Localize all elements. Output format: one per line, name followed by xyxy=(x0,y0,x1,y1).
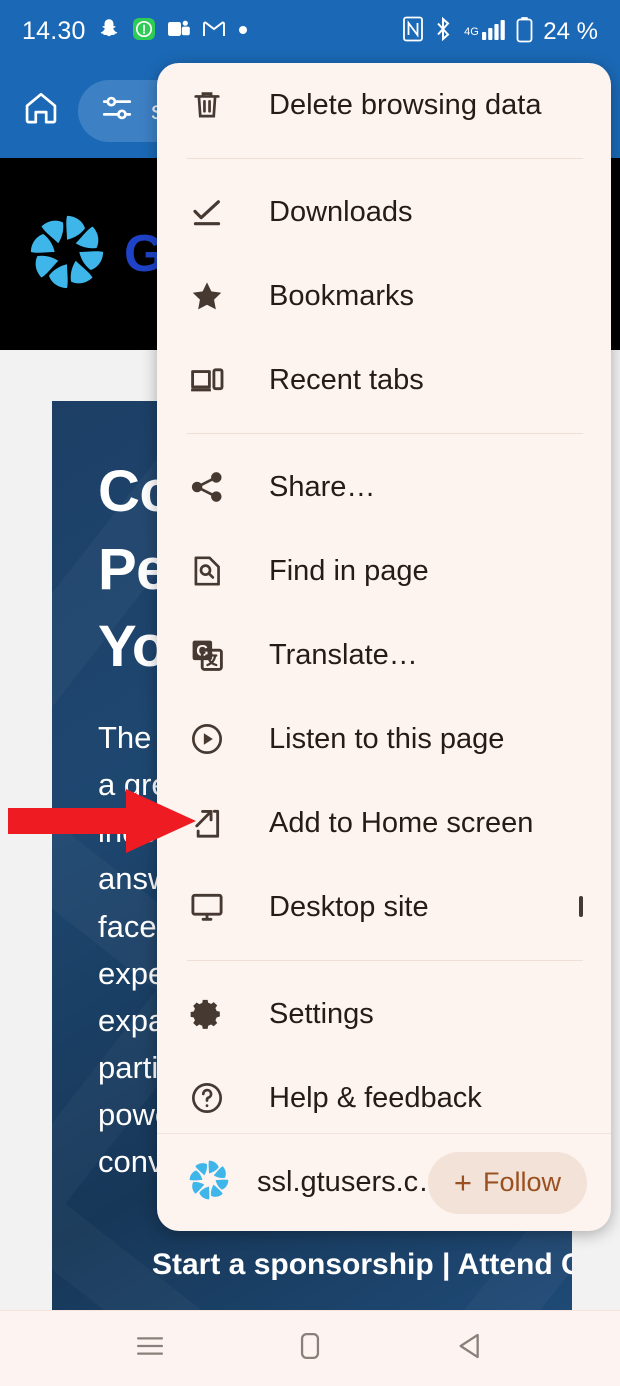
gmail-icon xyxy=(202,17,226,46)
menu-item-delete-browsing-data[interactable]: Delete browsing data xyxy=(157,63,611,147)
menu-item-label: Share… xyxy=(269,470,376,503)
menu-item-translate[interactable]: G Translate… xyxy=(157,613,611,697)
menu-item-label: Desktop site xyxy=(269,890,429,923)
recent-apps-button[interactable] xyxy=(113,1312,187,1386)
snapchat-icon xyxy=(97,17,121,46)
android-navigation-bar xyxy=(0,1310,620,1386)
nfc-icon xyxy=(402,16,424,47)
trash-icon xyxy=(187,85,227,125)
home-button[interactable] xyxy=(273,1312,347,1386)
find-in-page-icon xyxy=(187,551,227,591)
menu-item-downloads[interactable]: Downloads xyxy=(157,170,611,254)
status-time: 14.30 xyxy=(22,17,86,45)
question-circle-icon xyxy=(187,1078,227,1118)
plus-icon: + xyxy=(453,1165,472,1200)
menu-item-desktop-site[interactable]: Desktop site xyxy=(157,865,611,949)
follow-button-label: Follow xyxy=(482,1167,561,1197)
status-bar-right: 4G 24 % xyxy=(402,16,598,48)
menu-item-label: Find in page xyxy=(269,554,429,587)
menu-item-bookmarks[interactable]: Bookmarks xyxy=(157,254,611,338)
google-translate-icon: G xyxy=(187,635,227,675)
menu-item-label: Add to Home screen xyxy=(269,806,534,839)
menu-item-find-in-page[interactable]: Find in page xyxy=(157,529,611,613)
menu-item-add-to-home-screen[interactable]: Add to Home screen xyxy=(157,781,611,865)
download-check-icon xyxy=(187,192,227,232)
play-circle-icon xyxy=(187,719,227,759)
status-bar-left: 14.30 xyxy=(22,17,249,46)
menu-item-label: Help & feedback xyxy=(269,1081,482,1114)
green-shield-icon xyxy=(132,17,156,46)
menu-item-label: Downloads xyxy=(269,195,413,228)
menu-item-label: Listen to this page xyxy=(269,722,505,755)
menu-item-settings[interactable]: Settings xyxy=(157,972,611,1056)
menu-item-recent-tabs[interactable]: Recent tabs xyxy=(157,338,611,422)
bluetooth-icon xyxy=(433,16,453,47)
back-button[interactable] xyxy=(433,1312,507,1386)
home-button[interactable] xyxy=(18,88,64,134)
menu-items-list: Delete browsing data Downloads Bookmarks… xyxy=(157,63,611,1133)
menu-item-label: Recent tabs xyxy=(269,363,424,396)
menu-item-label: Bookmarks xyxy=(269,279,415,312)
tune-icon[interactable] xyxy=(100,91,134,130)
follow-button[interactable]: + Follow xyxy=(427,1151,587,1214)
home-square-icon xyxy=(293,1329,327,1368)
battery-percent-label: 24 % xyxy=(543,17,598,45)
notification-dot-icon xyxy=(237,23,249,41)
menu-item-label: Delete browsing data xyxy=(269,88,542,121)
menu-item-share[interactable]: Share… xyxy=(157,445,611,529)
back-triangle-icon xyxy=(453,1329,487,1368)
desktop-site-checkbox[interactable] xyxy=(579,896,583,917)
menu-item-label: Settings xyxy=(269,997,374,1030)
footer-site-name: ssl.gtusers.c… xyxy=(257,1166,428,1198)
recent-tabs-icon xyxy=(187,360,227,400)
gtu-pinwheel-logo xyxy=(26,211,108,298)
browser-options-menu: Delete browsing data Downloads Bookmarks… xyxy=(157,63,611,1231)
desktop-monitor-icon xyxy=(187,887,227,927)
home-icon xyxy=(22,89,60,132)
share-icon xyxy=(187,467,227,507)
menu-item-label: Translate… xyxy=(269,638,418,671)
gear-icon xyxy=(187,994,227,1034)
battery-icon xyxy=(516,16,533,48)
checkbox-unchecked xyxy=(579,896,583,917)
red-arrow-annotation xyxy=(8,787,196,855)
signal-network-label: 4G xyxy=(464,26,479,38)
menu-divider xyxy=(187,960,583,961)
recent-apps-icon xyxy=(133,1329,167,1368)
menu-divider xyxy=(187,158,583,159)
gtu-pinwheel-favicon xyxy=(187,1158,231,1207)
menu-footer: ssl.gtusers.c… + Follow xyxy=(157,1133,611,1231)
menu-item-help-and-feedback[interactable]: Help & feedback xyxy=(157,1056,611,1133)
microsoft-teams-icon xyxy=(167,17,191,46)
menu-divider xyxy=(187,433,583,434)
menu-item-listen-to-this-page[interactable]: Listen to this page xyxy=(157,697,611,781)
status-bar: 14.30 4G 24 % xyxy=(0,0,620,63)
hero-links[interactable]: Start a sponsorship | Attend Conferences xyxy=(152,1237,572,1293)
star-icon xyxy=(187,276,227,316)
signal-bars-icon: 4G xyxy=(462,16,507,47)
